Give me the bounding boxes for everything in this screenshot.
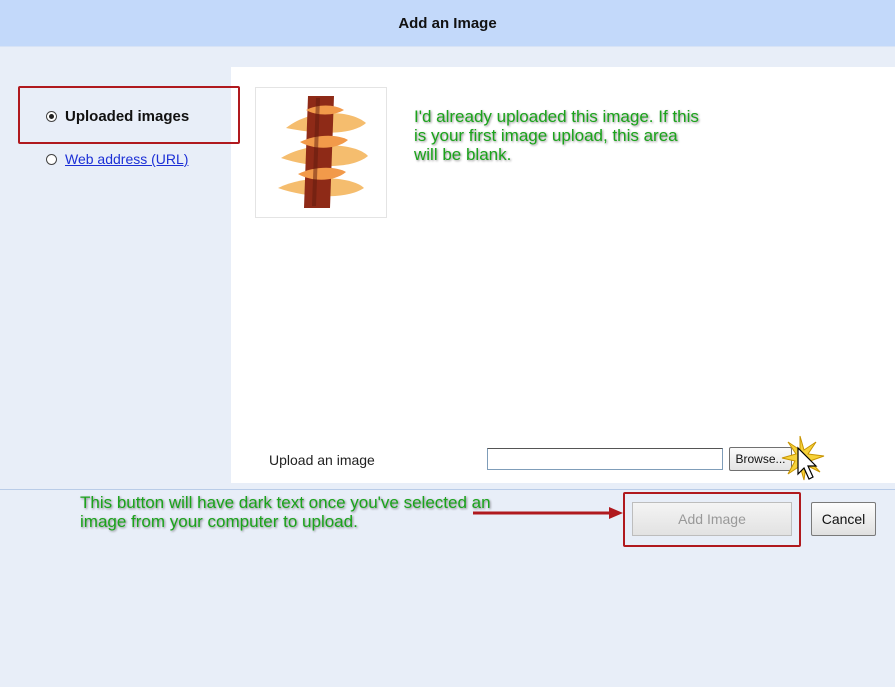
- browse-button-label: Browse...: [735, 452, 786, 466]
- tiger-stripe-logo-icon: [278, 96, 368, 208]
- uploaded-images-highlight: [18, 86, 240, 144]
- arrow-right-icon: [473, 507, 623, 519]
- file-path-input[interactable]: [487, 448, 723, 470]
- cancel-button[interactable]: Cancel: [811, 502, 876, 536]
- already-uploaded-annotation: I'd already uploaded this image. If this…: [414, 107, 699, 164]
- cancel-button-label: Cancel: [821, 511, 866, 527]
- dialog-title: Add an Image: [398, 14, 497, 32]
- source-option-url[interactable]: Web address (URL): [46, 151, 188, 167]
- footer-divider: [0, 489, 895, 490]
- uploaded-image-thumbnail[interactable]: [255, 87, 387, 218]
- source-option-url-link[interactable]: Web address (URL): [65, 151, 188, 167]
- dialog-title-bar: Add an Image: [0, 0, 895, 47]
- cursor-click-icon: [781, 435, 825, 481]
- radio-unselected-icon[interactable]: [46, 153, 57, 165]
- dark-text-annotation: This button will have dark text once you…: [80, 493, 491, 531]
- add-image-highlight: [623, 492, 801, 547]
- upload-image-label: Upload an image: [269, 452, 375, 468]
